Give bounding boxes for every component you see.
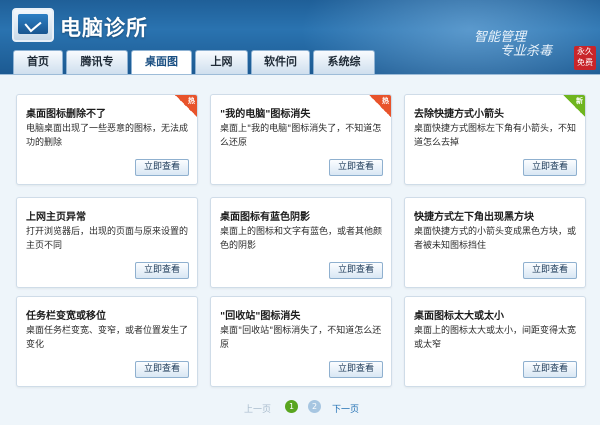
tab-system[interactable]: 系统综合 <box>313 50 375 74</box>
view-now-button[interactable]: 立即查看 <box>329 159 383 176</box>
page-2-button[interactable]: 2 <box>308 400 321 413</box>
tab-software[interactable]: 软件问题 <box>251 50 310 74</box>
card-icon-cannot-delete: 热 桌面图标删除不了 电脑桌面出现了一些恶意的图标，无法成功的删除 立即查看 <box>16 94 198 185</box>
card-title: 快捷方式左下角出现黑方块 <box>414 212 534 223</box>
card-desc: 电脑桌面出现了一些恶意的图标，无法成功的删除 <box>26 124 189 148</box>
slogan-line2: 专业杀毒 <box>500 44 553 59</box>
page-1-button[interactable]: 1 <box>285 400 298 413</box>
card-black-square: 快捷方式左下角出现黑方块 桌面快捷方式的小箭头变成黑色方块，或者被未知图标挡住 … <box>404 197 586 288</box>
pagination: 上一页 1 2 下一页 <box>0 398 600 418</box>
view-now-button[interactable]: 立即查看 <box>135 361 189 378</box>
card-remove-shortcut-arrow: 新 去除快捷方式小箭头 桌面快捷方式图标左下角有小箭头，不知道怎么去掉 立即查看 <box>404 94 586 185</box>
card-title: 桌面图标有蓝色阴影 <box>220 212 310 223</box>
card-taskbar-moved: 任务栏变宽或移位 桌面任务栏变宽、变窄，或者位置发生了变化 立即查看 <box>16 296 198 387</box>
app-title: 电脑诊所 <box>60 16 148 40</box>
next-page-link[interactable]: 下一页 <box>332 402 359 415</box>
view-now-button[interactable]: 立即查看 <box>329 262 383 279</box>
card-title: 桌面图标删除不了 <box>26 109 106 120</box>
card-my-computer-missing: 热 "我的电脑"图标消失 桌面上"我的电脑"图标消失了，不知道怎么还原 立即查看 <box>210 94 392 185</box>
view-now-button[interactable]: 立即查看 <box>523 159 577 176</box>
tab-desktop-icons[interactable]: 桌面图标 <box>131 50 192 74</box>
seal-line2: 免费 <box>577 58 593 67</box>
prev-page-link[interactable]: 上一页 <box>244 402 271 415</box>
card-title: "回收站"图标消失 <box>220 311 301 322</box>
view-now-button[interactable]: 立即查看 <box>135 262 189 279</box>
view-now-button[interactable]: 立即查看 <box>329 361 383 378</box>
seal-line1: 永久 <box>577 47 593 56</box>
card-recycle-bin-missing: "回收站"图标消失 桌面"回收站"图标消失了，不知道怎么还原 立即查看 <box>210 296 392 387</box>
app-logo-icon <box>12 8 54 42</box>
card-desc: 桌面任务栏变宽、变窄，或者位置发生了变化 <box>26 326 189 350</box>
app-header: 电脑诊所 智能管理 专业杀毒 永久 免费 首页 腾讯专区 桌面图标 上网异常 软… <box>0 0 600 74</box>
card-desc: 桌面上的图标和文字有蓝色，或者其他颜色的阴影 <box>220 227 383 251</box>
tab-internet[interactable]: 上网异常 <box>195 50 248 74</box>
card-desc: 打开浏览器后，出现的页面与原来设置的主页不同 <box>26 227 189 251</box>
view-now-button[interactable]: 立即查看 <box>523 361 577 378</box>
tab-tencent[interactable]: 腾讯专区 <box>66 50 128 74</box>
card-icon-size: 桌面图标太大或太小 桌面上的图标太大或太小，间距变得太宽或太窄 立即查看 <box>404 296 586 387</box>
hot-badge-icon: 热 <box>175 95 197 117</box>
view-now-button[interactable]: 立即查看 <box>135 159 189 176</box>
card-title: 桌面图标太大或太小 <box>414 311 504 322</box>
card-title: "我的电脑"图标消失 <box>220 109 311 120</box>
card-title: 去除快捷方式小箭头 <box>414 109 504 120</box>
tab-home[interactable]: 首页 <box>13 50 63 74</box>
card-desc: 桌面上"我的电脑"图标消失了，不知道怎么还原 <box>220 124 382 148</box>
card-desc: 桌面快捷方式图标左下角有小箭头，不知道怎么去掉 <box>414 124 577 148</box>
card-desc: 桌面快捷方式的小箭头变成黑色方块，或者被未知图标挡住 <box>414 227 577 251</box>
card-title: 任务栏变宽或移位 <box>26 311 106 322</box>
free-seal-badge: 永久 免费 <box>574 46 596 70</box>
view-now-button[interactable]: 立即查看 <box>523 262 577 279</box>
card-desc: 桌面"回收站"图标消失了，不知道怎么还原 <box>220 326 382 350</box>
hot-badge-icon: 热 <box>369 95 391 117</box>
card-homepage-abnormal: 上网主页异常 打开浏览器后，出现的页面与原来设置的主页不同 立即查看 <box>16 197 198 288</box>
category-tabs: 首页 腾讯专区 桌面图标 上网异常 软件问题 系统综合 <box>13 50 378 74</box>
card-desc: 桌面上的图标太大或太小，间距变得太宽或太窄 <box>414 326 577 350</box>
card-blue-shadow: 桌面图标有蓝色阴影 桌面上的图标和文字有蓝色，或者其他颜色的阴影 立即查看 <box>210 197 392 288</box>
new-badge-icon: 新 <box>563 95 585 117</box>
card-title: 上网主页异常 <box>26 212 86 223</box>
